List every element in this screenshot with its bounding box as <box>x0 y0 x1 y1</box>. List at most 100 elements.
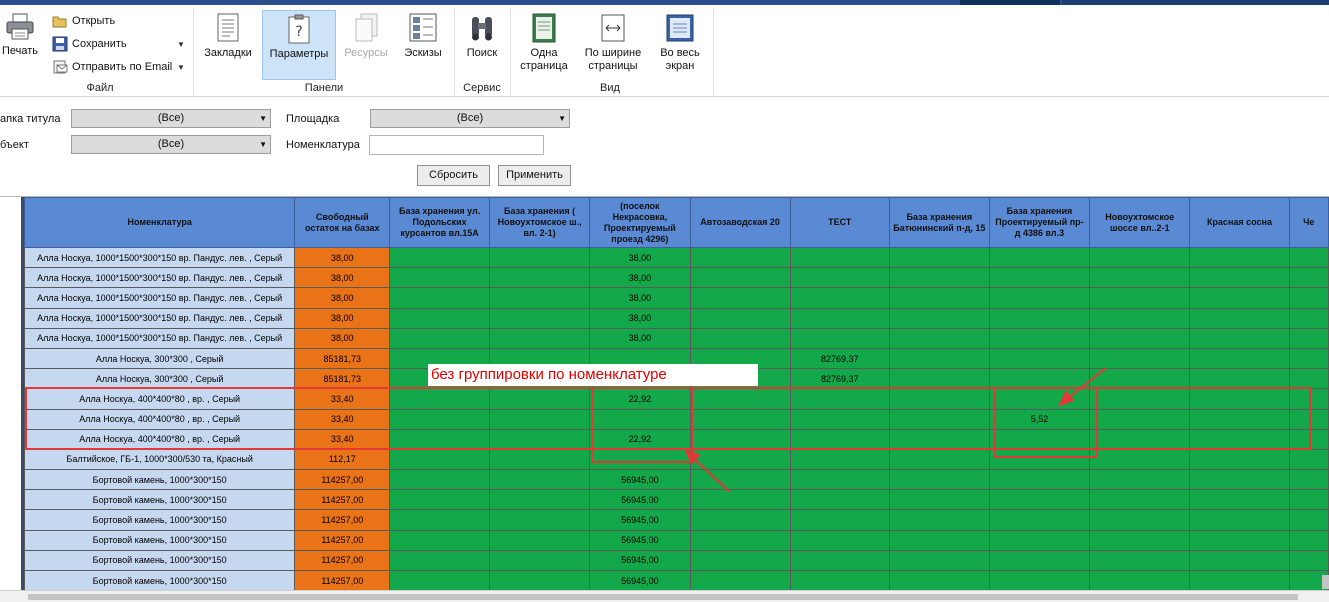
stock-cell[interactable] <box>488 267 591 289</box>
stock-cell[interactable] <box>1089 267 1191 289</box>
stock-cell[interactable] <box>488 469 591 491</box>
nomenclature-cell[interactable]: Алла Носкуа, 1000*1500*300*150 вр. Панду… <box>23 287 296 309</box>
table-row[interactable]: Алла Носкуа, 1000*1500*300*150 вр. Панду… <box>23 246 1329 269</box>
title-folder-select[interactable]: (Все) ▼ <box>71 109 271 128</box>
site-select[interactable]: (Все) ▼ <box>370 109 570 128</box>
nomenclature-cell[interactable]: Алла Носкуа, 300*300 , Серый <box>23 347 296 370</box>
parameters-button[interactable]: ? Параметры <box>262 10 336 80</box>
stock-cell[interactable] <box>389 469 490 491</box>
stock-cell[interactable] <box>1189 327 1290 349</box>
stock-cell[interactable] <box>988 287 1091 309</box>
stock-cell[interactable] <box>888 549 990 572</box>
stock-cell[interactable] <box>888 509 990 531</box>
column-header[interactable]: Номенклатура <box>23 197 296 248</box>
stock-cell[interactable] <box>988 509 1091 531</box>
send-email-button[interactable]: Отправить по Email <box>52 59 182 75</box>
stock-cell[interactable] <box>988 267 1091 289</box>
stock-cell[interactable] <box>789 307 890 329</box>
column-header[interactable]: База хранения ул. Подольских курсантов в… <box>389 197 490 248</box>
stock-cell[interactable] <box>1089 549 1191 572</box>
email-dropdown-icon[interactable]: ▼ <box>177 63 185 72</box>
stock-cell[interactable] <box>1189 529 1290 551</box>
stock-cell[interactable] <box>689 529 791 551</box>
stock-cell[interactable] <box>1089 246 1191 269</box>
stock-cell[interactable]: 38,00 <box>589 246 691 269</box>
stock-cell[interactable]: 56945,00 <box>589 509 691 531</box>
stock-cell[interactable]: 56945,00 <box>589 469 691 491</box>
free-stock-cell[interactable]: 114257,00 <box>294 489 391 511</box>
stock-cell[interactable] <box>1189 448 1290 471</box>
print-button[interactable]: Печать <box>0 13 40 65</box>
free-stock-cell[interactable]: 114257,00 <box>294 509 391 531</box>
stock-cell[interactable] <box>1089 307 1191 329</box>
column-header[interactable]: ТЕСТ <box>789 197 890 248</box>
stock-cell[interactable] <box>689 327 791 349</box>
table-row[interactable]: Алла Носкуа, 1000*1500*300*150 вр. Панду… <box>23 267 1329 289</box>
stock-cell[interactable] <box>888 448 990 471</box>
stock-cell[interactable] <box>888 327 990 349</box>
stock-cell[interactable] <box>689 489 791 511</box>
open-button[interactable]: Открыть <box>52 13 172 29</box>
stock-cell[interactable]: 38,00 <box>589 287 691 309</box>
nomenclature-cell[interactable]: Бортовой камень, 1000*300*150 <box>23 569 296 590</box>
stock-cell[interactable] <box>689 469 791 491</box>
stock-cell[interactable] <box>1089 469 1191 491</box>
table-row[interactable]: Алла Носкуа, 1000*1500*300*150 вр. Панду… <box>23 287 1329 309</box>
stock-cell[interactable] <box>689 246 791 269</box>
stock-cell[interactable] <box>1288 368 1329 390</box>
column-header[interactable]: Че <box>1288 197 1329 248</box>
sketches-button[interactable]: Эскизы <box>398 13 448 65</box>
stock-cell[interactable] <box>1288 489 1329 511</box>
table-row[interactable]: Бортовой камень, 1000*300*150 114257,00 56… <box>23 469 1329 491</box>
nomenclature-cell[interactable]: Алла Носкуа, 1000*1500*300*150 вр. Панду… <box>23 307 296 329</box>
stock-cell[interactable] <box>888 469 990 491</box>
stock-cell[interactable] <box>1288 529 1329 551</box>
stock-cell[interactable] <box>789 569 890 590</box>
free-stock-cell[interactable]: 114257,00 <box>294 529 391 551</box>
apply-button[interactable]: Применить <box>498 165 571 186</box>
stock-cell[interactable] <box>689 448 791 471</box>
stock-cell[interactable] <box>1089 529 1191 551</box>
stock-cell[interactable]: 38,00 <box>589 327 691 349</box>
stock-cell[interactable] <box>689 509 791 531</box>
stock-cell[interactable] <box>1189 246 1290 269</box>
stock-cell[interactable]: 56945,00 <box>589 489 691 511</box>
stock-cell[interactable] <box>988 489 1091 511</box>
column-header[interactable]: Новоухтомское шоссе вл..2-1 <box>1089 197 1191 248</box>
stock-cell[interactable] <box>789 529 890 551</box>
stock-cell[interactable]: 82769,37 <box>789 368 890 390</box>
stock-cell[interactable] <box>1189 509 1290 531</box>
nomenclature-cell[interactable]: Алла Носкуа, 300*300 , Серый <box>23 368 296 390</box>
stock-cell[interactable] <box>1089 569 1191 590</box>
stock-cell[interactable] <box>988 347 1091 370</box>
free-stock-cell[interactable]: 114257,00 <box>294 569 391 590</box>
column-header[interactable]: Красная сосна <box>1189 197 1290 248</box>
stock-cell[interactable] <box>1288 347 1329 370</box>
stock-cell[interactable] <box>888 489 990 511</box>
stock-cell[interactable] <box>689 307 791 329</box>
stock-cell[interactable] <box>1288 509 1329 531</box>
stock-cell[interactable] <box>988 569 1091 590</box>
stock-cell[interactable] <box>988 529 1091 551</box>
stock-cell[interactable] <box>1189 549 1290 572</box>
stock-cell[interactable] <box>888 529 990 551</box>
free-stock-cell[interactable]: 38,00 <box>294 307 391 329</box>
stock-cell[interactable] <box>888 569 990 590</box>
reset-button[interactable]: Сбросить <box>417 165 490 186</box>
stock-cell[interactable] <box>389 267 490 289</box>
stock-cell[interactable] <box>888 368 990 390</box>
stock-cell[interactable] <box>488 489 591 511</box>
full-screen-button[interactable]: Во весь экран <box>652 13 708 79</box>
free-stock-cell[interactable]: 114257,00 <box>294 469 391 491</box>
stock-cell[interactable] <box>789 327 890 349</box>
stock-cell[interactable] <box>1288 469 1329 491</box>
stock-cell[interactable] <box>1089 327 1191 349</box>
column-header[interactable]: (поселок Некрасовка, Проектируемый проез… <box>589 197 691 248</box>
free-stock-cell[interactable]: 85181,73 <box>294 368 391 390</box>
stock-cell[interactable] <box>389 307 490 329</box>
stock-cell[interactable] <box>389 246 490 269</box>
stock-cell[interactable] <box>789 287 890 309</box>
stock-cell[interactable]: 82769,37 <box>789 347 890 370</box>
stock-cell[interactable] <box>1089 347 1191 370</box>
column-header[interactable]: Автозаводская 20 <box>689 197 791 248</box>
